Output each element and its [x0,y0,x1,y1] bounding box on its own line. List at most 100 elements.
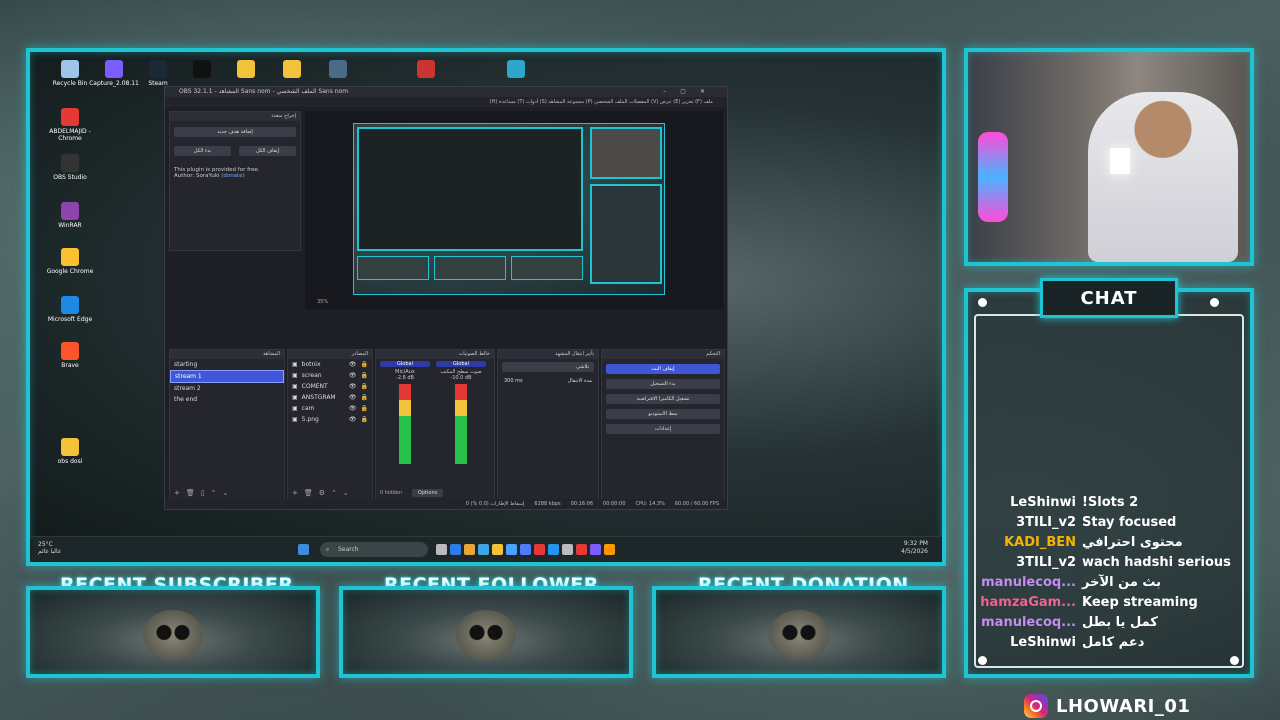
chat-header: CHAT [1040,278,1178,318]
desktop-icon[interactable] [488,60,544,80]
scene-toolbar[interactable]: +🗑▯⌃⌄ [174,489,234,497]
control-button[interactable]: نمط الاستوديو [606,409,720,419]
source-item[interactable]: ▣ screan 👁 🔒 [288,370,372,381]
source-item[interactable]: ▣ ANSTGRAM 👁 🔒 [288,392,372,403]
source-type-icon: ▣ [292,416,298,423]
clock-time: 9:32 PM [903,540,928,547]
taskbar-app-icon[interactable] [576,544,587,555]
lock-icon[interactable]: 🔒 [361,372,368,379]
taskbar-app-icon[interactable] [604,544,615,555]
preview-area[interactable]: 35% [305,111,723,309]
taskbar-app-icon[interactable] [562,544,573,555]
chat-message: manulecoq... بث من الآخر [974,572,1238,592]
desktop-icon[interactable]: Microsoft Edge [42,296,98,323]
webcam-person [1088,92,1238,262]
desktop-icon[interactable] [310,60,366,80]
control-button[interactable]: بدء التسجيل [606,379,720,389]
desktop-icon[interactable]: WinRAR [42,202,98,229]
lock-icon[interactable]: 🔒 [361,394,368,401]
start-icon[interactable] [298,544,309,555]
start-all-button[interactable]: بدء الكل [174,146,231,156]
recent-donation-panel [652,586,946,678]
lock-icon[interactable]: 🔒 [361,405,368,412]
lock-icon[interactable]: 🔒 [361,416,368,423]
control-button[interactable]: تشغيل الكاميرا الافتراضية [606,394,720,404]
desktop-icon[interactable]: Brave [42,342,98,369]
taskbar-app-icon[interactable] [548,544,559,555]
desktop-icon-label: obs dosi [57,458,83,465]
mixer-title: خالط الصوتيات [376,350,494,359]
chat-message: LeShinwi دعم كامل [974,632,1238,652]
stop-all-button[interactable]: إيقاف الكل [239,146,296,156]
add-target-button[interactable]: إضافة هدف جديد [174,127,296,137]
desktop-icon[interactable]: Google Chrome [42,248,98,275]
donate-link[interactable]: (donate) [221,173,245,179]
visibility-icon[interactable]: 👁 [349,405,357,412]
desktop-icon[interactable]: ABDELMAJID - Chrome [42,108,98,142]
track-db: -10.0 dB [450,375,472,381]
window-controls[interactable]: –▢✕ [663,87,719,97]
volume-meter[interactable] [455,384,467,464]
lock-icon[interactable]: 🔒 [361,361,368,368]
desktop-icon[interactable]: OBS Studio [42,154,98,181]
visibility-icon[interactable]: 👁 [349,361,357,368]
volume-meter[interactable] [399,384,411,464]
control-button[interactable]: إيقاف البث [606,364,720,374]
visibility-icon[interactable]: 👁 [349,416,357,423]
taskbar-app-icon[interactable] [436,544,447,555]
taskbar-app-icon[interactable] [590,544,601,555]
app-icon [61,342,79,360]
taskbar: 25°C غالبا غائم ⌕ Search 9:32 PM 4/5/202… [30,536,942,562]
transition-select[interactable]: تلاشي [502,362,594,372]
source-item[interactable]: ▣ botnix 👁 🔒 [288,359,372,370]
taskbar-app-icon[interactable] [520,544,531,555]
taskbar-app-icon[interactable] [450,544,461,555]
preview-chat-frame [590,184,662,284]
sources-dock: المصادر ▣ botnix 👁 🔒 ▣ screan 👁 🔒 ▣ COMENT 👁 🔒 ▣ ANST… [287,349,373,501]
source-toolbar[interactable]: +🗑⚙⌃⌄ [292,489,355,497]
visibility-icon[interactable]: 👁 [349,394,357,401]
desktop-icon[interactable]: obs dosi [42,438,98,465]
source-list: ▣ botnix 👁 🔒 ▣ screan 👁 🔒 ▣ COMENT 👁 🔒 ▣ ANSTGRAM 👁 🔒 ▣ c… [288,359,372,425]
zoom-level[interactable]: 35% [317,299,328,305]
taskbar-app-icon[interactable] [492,544,503,555]
desktop-icon-label: OBS Studio [53,174,87,181]
app-icon [61,438,79,456]
control-button[interactable]: إعدادات [606,424,720,434]
controls-dock: التحكم إيقاف البث بدء التسجيل تشغيل الكامي… [601,349,725,501]
visibility-icon[interactable]: 👁 [349,383,357,390]
chat-text: دعم كامل [1082,634,1145,650]
app-icon [417,60,435,78]
lock-icon[interactable]: 🔒 [361,383,368,390]
taskbar-app-icon[interactable] [506,544,517,555]
skull-decoration [143,610,203,661]
taskbar-app-icon[interactable] [464,544,475,555]
options-button[interactable]: Options [411,489,444,497]
taskbar-app-icon[interactable] [534,544,545,555]
source-type-icon: ▣ [292,405,298,412]
duration-input[interactable]: 300 ms [504,378,523,384]
source-type-icon: ▣ [292,361,298,368]
scene-item[interactable]: the end [170,394,284,405]
clock[interactable]: 9:32 PM 4/5/2026 [901,540,928,556]
obs-menu-bar[interactable]: ملف (F) تحرير (E) عرض (V) المفضلات الملف… [165,97,727,107]
scene-item[interactable]: stream 2 [170,383,284,394]
fps: 60.00 / 60.00 FPS [674,501,719,507]
chat-text: كمل يا بطل [1082,614,1158,630]
skull-icon [978,656,987,665]
source-item[interactable]: ▣ COMENT 👁 🔒 [288,381,372,392]
search-box[interactable]: ⌕ Search [320,542,428,557]
scene-item[interactable]: stream 1 [170,370,284,383]
chat-text: wach hadshi serious [1082,554,1231,570]
chat-text: محتوى احترافي [1082,534,1183,550]
chat-message: manulecoq... كمل يا بطل [974,612,1238,632]
source-item[interactable]: ▣ 5.png 👁 🔒 [288,414,372,425]
weather-widget[interactable]: 25°C غالبا غائم [38,541,61,555]
source-item[interactable]: ▣ cam 👁 🔒 [288,403,372,414]
desktop-icon[interactable] [398,60,454,80]
webcam-frame [964,48,1254,266]
taskbar-app-icon[interactable] [478,544,489,555]
scene-item[interactable]: starting [170,359,284,370]
sources-title: المصادر [288,350,372,359]
visibility-icon[interactable]: 👁 [349,372,357,379]
